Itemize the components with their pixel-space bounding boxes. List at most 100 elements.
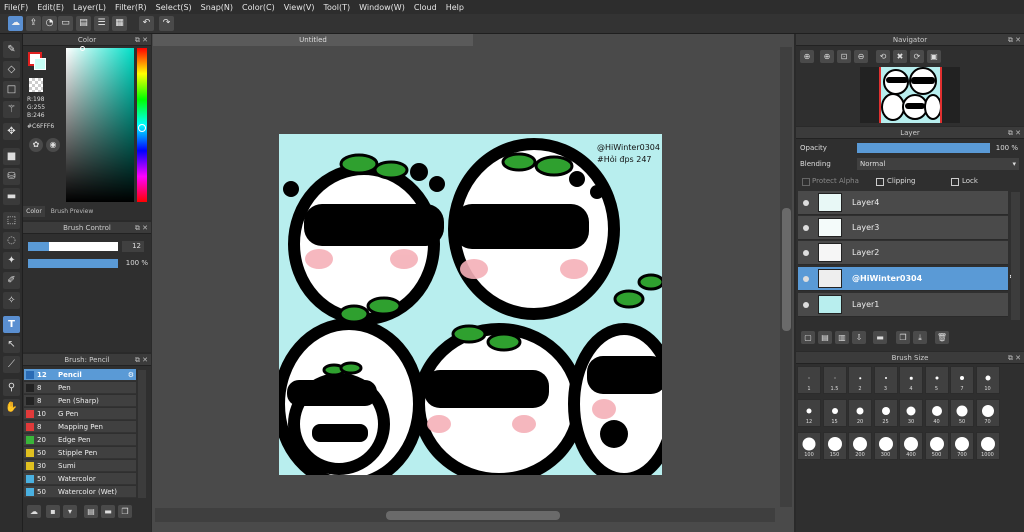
move-tool-icon[interactable]: ✥ xyxy=(3,123,20,140)
panel-close-icon[interactable]: ⧉ ✕ xyxy=(135,222,148,234)
brush-folder-icon[interactable]: ▬ xyxy=(101,505,115,518)
gear-icon[interactable]: ⚙ xyxy=(128,369,134,381)
hex-value[interactable]: #C6FFF6 xyxy=(27,123,54,131)
menu-view[interactable]: View(V) xyxy=(284,3,315,12)
brush-size-option[interactable]: 30 xyxy=(899,399,923,427)
brush-size-option[interactable]: 40 xyxy=(924,399,949,427)
brush-size-option[interactable]: 500 xyxy=(924,432,949,460)
vertical-scroll-thumb[interactable] xyxy=(782,208,791,331)
brush-size-option[interactable]: 15 xyxy=(822,399,847,427)
undo-icon[interactable]: ↶ xyxy=(139,16,154,31)
visibility-eye-icon[interactable] xyxy=(803,225,809,231)
layer-import-icon[interactable]: ⇩ xyxy=(852,331,866,344)
new-layer-icon[interactable]: ▢ xyxy=(801,331,815,344)
color-wheel-icon[interactable]: ◉ xyxy=(46,138,60,152)
brush-tool-icon[interactable]: ✎ xyxy=(3,41,20,58)
eraser-tool-icon[interactable]: ◇ xyxy=(3,61,20,78)
horizontal-scroll-thumb[interactable] xyxy=(386,511,560,520)
merge-layer-icon[interactable]: ⤓ xyxy=(913,331,927,344)
visibility-eye-icon[interactable] xyxy=(803,250,809,256)
redo-icon[interactable]: ↷ xyxy=(159,16,174,31)
reset-view-icon[interactable]: ▣ xyxy=(927,50,941,63)
protect-alpha-checkbox[interactable] xyxy=(802,178,810,186)
flip-icon[interactable]: ✖ xyxy=(893,50,907,63)
panel-close-icon[interactable]: ⧉ ✕ xyxy=(135,354,148,366)
zoom-in-icon[interactable]: ⊕ xyxy=(800,50,814,63)
share-icon[interactable]: ⇪ xyxy=(26,16,41,31)
brush-item-pen[interactable]: 8 Pen xyxy=(24,382,136,394)
menu-help[interactable]: Help xyxy=(446,3,464,12)
bucket-tool-icon[interactable]: ⛁ xyxy=(3,168,20,185)
zoom-magnify-icon[interactable]: ⊕ xyxy=(820,50,834,63)
brush-opacity-slider[interactable] xyxy=(28,259,118,268)
sv-picker-handle[interactable] xyxy=(80,46,85,51)
brush-size-option[interactable]: 70 xyxy=(975,399,1000,427)
brush-item-mapping-pen[interactable]: 8 Mapping Pen xyxy=(24,421,136,433)
brush-size-option[interactable]: 50 xyxy=(950,399,974,427)
brush-item-pen-sharp[interactable]: 8 Pen (Sharp) xyxy=(24,395,136,407)
layer-row-layer1[interactable]: Layer1 xyxy=(798,293,1008,317)
layer-row-layer4[interactable]: Layer4 xyxy=(798,191,1008,215)
brush-size-option[interactable]: 300 xyxy=(873,432,898,460)
hand-tool-icon[interactable]: ✋ xyxy=(3,399,20,416)
brush-duplicate-icon[interactable]: ❐ xyxy=(118,505,132,518)
menu-filter[interactable]: Filter(R) xyxy=(115,3,147,12)
rectangle-tool-icon[interactable]: □ xyxy=(3,81,20,98)
menu-window[interactable]: Window(W) xyxy=(359,3,405,12)
rotate-right-icon[interactable]: ⟳ xyxy=(910,50,924,63)
menu-layer[interactable]: Layer(L) xyxy=(73,3,106,12)
brush-size-option[interactable]: 200 xyxy=(848,432,872,460)
blending-select[interactable]: Normal ▾ xyxy=(857,158,1019,170)
hue-slider-handle[interactable] xyxy=(138,124,146,132)
brush-size-option[interactable]: 5 xyxy=(924,366,949,394)
brush-size-option[interactable]: 150 xyxy=(822,432,847,460)
download-brush-icon[interactable]: ☁ xyxy=(27,505,41,518)
brush-item-pencil[interactable]: 12 Pencil ⚙ xyxy=(24,369,136,381)
fill-rect-icon[interactable]: ■ xyxy=(3,148,20,165)
layer-list-scrollbar[interactable] xyxy=(1011,192,1020,320)
layer-row-layer3[interactable]: Layer3 xyxy=(798,216,1008,240)
brush-size-option[interactable]: 3 xyxy=(873,366,898,394)
new-layer-alt-icon[interactable]: ▤ xyxy=(818,331,832,344)
filmstrip-icon[interactable]: ▦ xyxy=(112,16,127,31)
clipping-checkbox[interactable] xyxy=(876,178,884,186)
duplicate-layer-icon[interactable]: ❐ xyxy=(896,331,910,344)
text-tool-icon[interactable]: T xyxy=(3,316,20,333)
brush-size-option[interactable]: 12 xyxy=(797,399,821,427)
brush-size-input[interactable]: 12 xyxy=(122,241,144,252)
drawing-canvas[interactable]: @HiWinter0304 #Hỏi đps 247 xyxy=(279,134,662,475)
select-eraser-icon[interactable]: ✧ xyxy=(3,292,20,309)
menu-select[interactable]: Select(S) xyxy=(156,3,192,12)
brush-item-watercolor-wet[interactable]: 50 Watercolor (Wet) xyxy=(24,486,136,498)
panel-close-icon[interactable]: ⧉ ✕ xyxy=(1008,352,1021,364)
brush-size-option[interactable]: 1000 xyxy=(975,432,1000,460)
brush-size-option[interactable]: 7 xyxy=(950,366,974,394)
layer-row-layer2[interactable]: Layer2 xyxy=(798,241,1008,265)
document-icon[interactable]: ▤ xyxy=(76,16,91,31)
list-icon[interactable]: ☰ xyxy=(94,16,109,31)
trash-icon[interactable]: 🗑 xyxy=(935,331,949,344)
brush-size-option[interactable]: 20 xyxy=(848,399,872,427)
brush-size-option[interactable]: 400 xyxy=(899,432,923,460)
panel-close-icon[interactable]: ⧉ ✕ xyxy=(1008,34,1021,46)
brush-dropdown-icon[interactable]: ▾ xyxy=(63,505,77,518)
divide-tool-icon[interactable]: ⟋ xyxy=(3,356,20,373)
brush-size-option[interactable]: 25 xyxy=(873,399,898,427)
navigator-preview[interactable] xyxy=(879,67,942,123)
layer-row-text[interactable]: @HiWinter0304 ⚙ xyxy=(798,267,1018,291)
chat-icon[interactable]: ◔ xyxy=(42,16,57,31)
brush-size-option[interactable]: 1.5 xyxy=(822,366,847,394)
lock-checkbox[interactable] xyxy=(951,178,959,186)
brush-add-icon[interactable]: ▪ xyxy=(46,505,60,518)
select-rect-icon[interactable]: ⬚ xyxy=(3,212,20,229)
menu-tool[interactable]: Tool(T) xyxy=(323,3,350,12)
tab-brush-preview[interactable]: Brush Preview xyxy=(47,206,97,217)
visibility-eye-icon[interactable] xyxy=(803,302,809,308)
brush-size-option[interactable]: 4 xyxy=(899,366,923,394)
lasso-tool-icon[interactable]: ◌ xyxy=(3,232,20,249)
operation-tool-icon[interactable]: ↖ xyxy=(3,336,20,353)
menu-color[interactable]: Color(C) xyxy=(242,3,275,12)
brush-item-watercolor[interactable]: 50 Watercolor xyxy=(24,473,136,485)
layer-folder-icon[interactable]: ▬ xyxy=(873,331,887,344)
brush-item-edge-pen[interactable]: 20 Edge Pen xyxy=(24,434,136,446)
